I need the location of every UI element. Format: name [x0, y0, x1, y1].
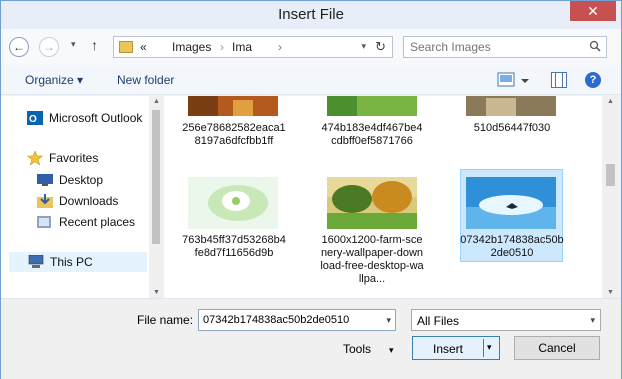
sidebar-item-this-pc[interactable]: This PC — [9, 252, 147, 272]
sidebar-item-label: Desktop — [59, 173, 104, 187]
recent-locations-chevron-icon[interactable]: ▾ — [71, 39, 76, 50]
refresh-icon[interactable]: ↻ — [375, 39, 386, 55]
forward-button[interactable]: → — [39, 37, 59, 57]
sidebar-item-label: Microsoft Outlook — [49, 111, 143, 125]
image-thumbnail — [466, 177, 556, 229]
star-icon — [27, 151, 43, 165]
image-thumbnail — [327, 177, 417, 229]
chevron-down-icon[interactable]: ▾ — [487, 342, 492, 353]
dialog-footer: File name: ▾ All Files ▾ Tools ▾ Insert … — [1, 298, 621, 379]
folder-icon — [119, 41, 133, 53]
search-icon[interactable] — [589, 40, 601, 52]
address-row: ← → ▾ ↑ « Images › Ima › ▾ ↻ — [1, 29, 621, 65]
address-bar[interactable]: « Images › Ima › ▾ ↻ — [113, 36, 393, 58]
file-name-combobox[interactable]: ▾ — [198, 309, 396, 331]
split-divider — [483, 339, 484, 357]
breadcrumb-chevron-icon[interactable]: › — [278, 40, 282, 54]
change-view-icon[interactable] — [497, 72, 531, 88]
file-name-label: File name: — [137, 313, 194, 327]
insert-file-dialog: Insert File ✕ ← → ▾ ↑ « Images › Ima › ▾… — [0, 0, 622, 379]
cancel-button[interactable]: Cancel — [514, 336, 600, 360]
scroll-down-icon[interactable]: ▼ — [607, 289, 614, 296]
breadcrumb-separator-icon: › — [220, 40, 224, 54]
chevron-down-icon[interactable]: ▾ — [389, 345, 394, 356]
sidebar-item-label: This PC — [50, 255, 93, 269]
preview-pane-icon[interactable] — [551, 72, 567, 88]
file-name-label: 1600x1200-farm-scenery-wallpaper-downloa… — [320, 234, 424, 285]
file-list: 256e78682582eaca18197a6dfcfbb1ff 474b183… — [164, 96, 602, 298]
sidebar-item-label: Downloads — [59, 194, 119, 208]
outlook-icon: O — [27, 111, 43, 125]
back-button[interactable]: ← — [9, 37, 29, 57]
new-folder-button[interactable]: New folder — [117, 73, 174, 87]
address-dropdown-icon[interactable]: ▾ — [361, 41, 366, 52]
insert-button[interactable]: Insert ▾ — [412, 336, 500, 360]
downloads-icon — [37, 194, 53, 208]
image-thumbnail — [188, 177, 278, 229]
file-name-label: 474b183e4df467be4cdbff0ef5871766 — [321, 122, 423, 147]
scrollbar-thumb[interactable] — [606, 164, 615, 186]
search-input[interactable] — [410, 40, 570, 54]
back-arrow-icon: ← — [13, 40, 25, 54]
navigation-pane: O Microsoft Outlook Favorites Desktop Do… — [1, 96, 163, 298]
image-thumbnail — [327, 96, 417, 116]
computer-icon — [28, 255, 44, 268]
toolbar: Organize ▾ New folder ? — [1, 65, 621, 95]
breadcrumb-overflow[interactable]: « — [140, 40, 147, 54]
file-name-input[interactable] — [203, 314, 373, 326]
close-button[interactable]: ✕ — [570, 1, 616, 21]
title-bar: Insert File ✕ — [1, 1, 621, 29]
file-type-select[interactable]: All Files ▾ — [411, 309, 601, 331]
breadcrumb-images[interactable]: Images — [172, 40, 211, 54]
file-name-label: 07342b174838ac50b2de0510 — [460, 234, 564, 259]
scroll-up-icon[interactable]: ▲ — [607, 98, 614, 105]
chevron-down-icon[interactable]: ▾ — [386, 315, 391, 326]
navigation-scrollbar[interactable]: ▲ ▼ — [149, 96, 163, 298]
file-name-label: 510d56447f030 — [473, 122, 551, 134]
help-icon[interactable]: ? — [585, 72, 601, 88]
scrollbar-thumb[interactable] — [152, 110, 160, 244]
sidebar-item-label: Favorites — [49, 151, 99, 165]
close-icon: ✕ — [587, 2, 599, 19]
sidebar-item-label: Recent places — [59, 215, 136, 229]
file-name-label: 763b45ff37d53268b4fe8d7f11656d9b — [182, 234, 286, 259]
insert-button-label: Insert — [432, 342, 463, 356]
tools-button[interactable]: Tools — [343, 342, 371, 356]
image-thumbnail — [466, 96, 556, 116]
file-name-label: 256e78682582eaca18197a6dfcfbb1ff — [182, 122, 286, 147]
forward-arrow-icon: → — [43, 40, 55, 54]
desktop-icon — [37, 174, 53, 186]
search-box[interactable] — [403, 36, 607, 58]
file-type-value: All Files — [417, 314, 460, 328]
file-list-scrollbar[interactable]: ▲ ▼ — [602, 96, 619, 298]
breadcrumb-ima[interactable]: Ima — [232, 40, 252, 54]
recent-places-icon — [37, 216, 51, 228]
organize-button[interactable]: Organize ▾ — [25, 73, 83, 87]
chevron-down-icon[interactable]: ▾ — [590, 315, 595, 326]
up-arrow-icon[interactable]: ↑ — [91, 37, 98, 53]
scroll-up-icon[interactable]: ▲ — [153, 98, 160, 105]
svg-text:O: O — [29, 114, 37, 125]
image-thumbnail — [188, 96, 278, 116]
scroll-down-icon[interactable]: ▼ — [153, 289, 160, 296]
window-title: Insert File — [278, 6, 344, 23]
